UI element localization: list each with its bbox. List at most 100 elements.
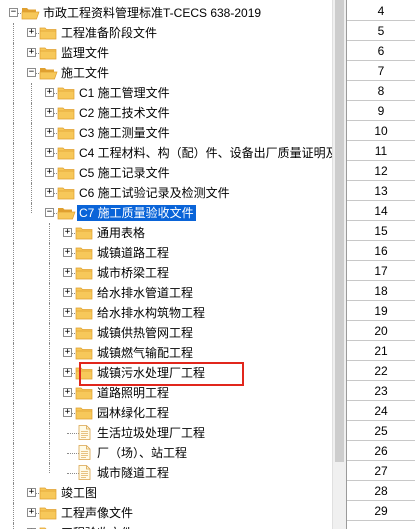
row-number-cell: 17 bbox=[347, 261, 415, 281]
expand-icon[interactable]: + bbox=[63, 268, 72, 277]
tree-item[interactable]: + 竣工图 bbox=[0, 483, 332, 503]
row-number-cell: 10 bbox=[347, 121, 415, 141]
row-number-cell: 12 bbox=[347, 161, 415, 181]
expand-icon[interactable]: + bbox=[45, 88, 54, 97]
tree-item[interactable]: + C6 施工试验记录及检测文件 bbox=[0, 183, 332, 203]
row-number-cell: 5 bbox=[347, 21, 415, 41]
row-number-cell: 20 bbox=[347, 321, 415, 341]
expand-icon[interactable]: + bbox=[45, 168, 54, 177]
tree-item[interactable]: + 城镇供热管网工程 bbox=[0, 323, 332, 343]
tree-item[interactable]: + 道路照明工程 bbox=[0, 383, 332, 403]
tree-item[interactable]: − C7 施工质量验收文件 bbox=[0, 203, 332, 223]
tree-item-label: 工程声像文件 bbox=[61, 506, 134, 520]
document-icon bbox=[78, 465, 91, 480]
tree-item-label: C2 施工技术文件 bbox=[79, 106, 170, 120]
tree-item[interactable]: − 施工文件 bbox=[0, 63, 332, 83]
folder-icon bbox=[57, 86, 76, 100]
tree-item[interactable]: 生活垃圾处理厂工程 bbox=[0, 423, 332, 443]
tree-item[interactable]: + 城镇道路工程 bbox=[0, 243, 332, 263]
tree-item-label: 通用表格 bbox=[97, 226, 146, 240]
row-number-cell: 9 bbox=[347, 101, 415, 121]
tree-item[interactable]: 厂（场）、站工程 bbox=[0, 443, 332, 463]
tree-item[interactable]: − 市政工程资料管理标准T-CECS 638-2019 bbox=[0, 3, 332, 23]
tree-item[interactable]: 城市隧道工程 bbox=[0, 463, 332, 483]
expand-icon[interactable]: + bbox=[63, 248, 72, 257]
row-number-cell: 18 bbox=[347, 281, 415, 301]
tree-item[interactable]: + 工程准备阶段文件 bbox=[0, 23, 332, 43]
expand-icon[interactable]: + bbox=[45, 128, 54, 137]
row-number-cell: 29 bbox=[347, 501, 415, 521]
tree-item[interactable]: + 给水排水管道工程 bbox=[0, 283, 332, 303]
folder-icon bbox=[75, 406, 94, 420]
tree-item-label: C1 施工管理文件 bbox=[79, 86, 170, 100]
tree-item-label: 城镇道路工程 bbox=[97, 246, 170, 260]
folder-icon bbox=[75, 226, 94, 240]
tree-item[interactable]: +工程验收文件 bbox=[0, 523, 332, 529]
folder-icon bbox=[75, 306, 94, 320]
tree-item-label: 市政工程资料管理标准T-CECS 638-2019 bbox=[43, 6, 262, 20]
folder-open-icon bbox=[57, 206, 76, 220]
tree-item[interactable]: + 园林绿化工程 bbox=[0, 403, 332, 423]
tree-item[interactable]: + C3 施工测量文件 bbox=[0, 123, 332, 143]
document-icon bbox=[78, 445, 91, 460]
folder-icon bbox=[57, 146, 76, 160]
folder-icon bbox=[75, 346, 94, 360]
expand-icon[interactable]: + bbox=[45, 148, 54, 157]
expand-icon[interactable]: + bbox=[63, 308, 72, 317]
row-number-cell: 21 bbox=[347, 341, 415, 361]
folder-icon bbox=[75, 266, 94, 280]
tree-item-label: 工程验收文件 bbox=[59, 525, 135, 529]
folder-icon bbox=[57, 126, 76, 140]
tree-item-label: 城市桥梁工程 bbox=[97, 266, 170, 280]
folder-icon bbox=[57, 106, 76, 120]
expand-icon[interactable]: + bbox=[45, 188, 54, 197]
folder-open-icon bbox=[39, 66, 58, 80]
tree-item[interactable]: + C4 工程材料、构（配）件、设备出厂质量证明及进场 bbox=[0, 143, 332, 163]
tree-scrollbar[interactable] bbox=[332, 0, 346, 529]
expand-icon[interactable]: + bbox=[63, 388, 72, 397]
tree-item-label: 给水排水构筑物工程 bbox=[97, 306, 206, 320]
row-number-cell: 27 bbox=[347, 461, 415, 481]
row-number-cell: 26 bbox=[347, 441, 415, 461]
scrollbar-thumb[interactable] bbox=[335, 0, 344, 462]
tree-item[interactable]: + 城镇燃气输配工程 bbox=[0, 343, 332, 363]
tree-item[interactable]: + 通用表格 bbox=[0, 223, 332, 243]
tree-item-label: 城市隧道工程 bbox=[97, 466, 170, 480]
tree-item[interactable]: + 工程声像文件 bbox=[0, 503, 332, 523]
row-number-cell: 25 bbox=[347, 421, 415, 441]
tree-item[interactable]: + C1 施工管理文件 bbox=[0, 83, 332, 103]
row-number-cell: 24 bbox=[347, 401, 415, 421]
file-tree[interactable]: − 市政工程资料管理标准T-CECS 638-2019 + 工程准备阶段文件 + 监理文件… bbox=[0, 0, 332, 529]
tree-item-label: C7 施工质量验收文件 bbox=[77, 205, 196, 221]
row-number-cell: 15 bbox=[347, 221, 415, 241]
tree-item-label: C4 工程材料、构（配）件、设备出厂质量证明及进场 bbox=[79, 146, 332, 160]
expand-icon[interactable]: + bbox=[63, 368, 72, 377]
tree-item[interactable]: + 给水排水构筑物工程 bbox=[0, 303, 332, 323]
tree-item-label: 厂（场）、站工程 bbox=[97, 446, 188, 460]
tree-item[interactable]: + 城市桥梁工程 bbox=[0, 263, 332, 283]
expand-icon[interactable]: + bbox=[27, 508, 36, 517]
expand-icon[interactable]: + bbox=[63, 288, 72, 297]
tree-item[interactable]: + 监理文件 bbox=[0, 43, 332, 63]
expand-icon[interactable]: + bbox=[27, 48, 36, 57]
collapse-icon[interactable]: − bbox=[45, 208, 54, 217]
expand-icon[interactable]: + bbox=[63, 328, 72, 337]
expand-icon[interactable]: + bbox=[63, 408, 72, 417]
expand-icon[interactable]: + bbox=[27, 488, 36, 497]
tree-item[interactable]: + C2 施工技术文件 bbox=[0, 103, 332, 123]
collapse-icon[interactable]: − bbox=[27, 68, 36, 77]
expand-icon[interactable]: + bbox=[27, 28, 36, 37]
collapse-icon[interactable]: − bbox=[9, 8, 18, 17]
folder-icon bbox=[75, 246, 94, 260]
folder-icon bbox=[75, 326, 94, 340]
tree-item[interactable]: + C5 施工记录文件 bbox=[0, 163, 332, 183]
tree-item-label: 城镇燃气输配工程 bbox=[97, 346, 194, 360]
highlight-box bbox=[79, 362, 244, 386]
expand-icon[interactable]: + bbox=[45, 108, 54, 117]
row-number-cell: 13 bbox=[347, 181, 415, 201]
tree-item-label: 监理文件 bbox=[61, 46, 110, 60]
row-number-cell: 16 bbox=[347, 241, 415, 261]
expand-icon[interactable]: + bbox=[63, 228, 72, 237]
tree-item-label: 施工文件 bbox=[61, 66, 110, 80]
expand-icon[interactable]: + bbox=[63, 348, 72, 357]
